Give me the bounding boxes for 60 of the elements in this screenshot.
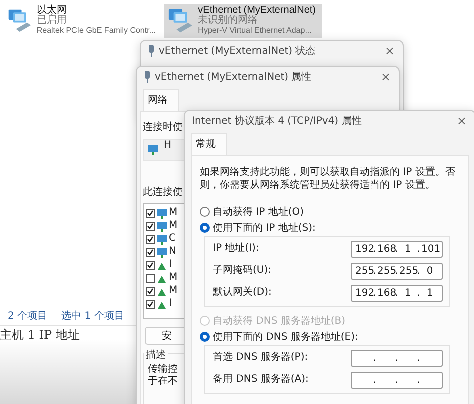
field-label: 默认网关(D):	[213, 286, 272, 299]
item-label: C	[169, 233, 176, 244]
close-icon[interactable]: ×	[456, 114, 467, 128]
plug-icon	[144, 70, 151, 82]
checkbox[interactable]	[146, 248, 155, 257]
window-title: vEthernet (MyExternalNet) 状态	[159, 44, 317, 58]
adapter-item[interactable]: vEthernet (MyExternalNet) 未识别的网络 Hyper-V Virtual Ethernet Adap...	[164, 4, 322, 38]
item-label: M	[169, 285, 178, 296]
checkbox[interactable]	[146, 261, 155, 270]
adapter-item[interactable]: 以太网 已启用 Realtek PCIe GbE Family Contr...	[4, 4, 162, 38]
adapter-status: 未识别的网络	[198, 16, 258, 26]
item-label: I	[169, 259, 172, 270]
ip-address-field[interactable]: 192.168. 1 .101	[351, 241, 443, 258]
ip-address-field[interactable]: 255.255.255. 0	[351, 263, 443, 280]
field-label: IP 地址(I):	[213, 242, 260, 255]
ip-address-field[interactable]: 192.168. 1 . 1	[351, 285, 443, 302]
window-title: Internet 协议版本 4 (TCP/IPv4) 属性	[192, 114, 363, 128]
item-label: N	[169, 246, 176, 257]
monitor-icon	[157, 248, 167, 258]
window-title: vEthernet (MyExternalNet) 属性	[155, 70, 313, 84]
ip-address-field[interactable]: . . .	[351, 372, 443, 389]
tab[interactable]: 常规	[191, 133, 227, 155]
ip-address-field[interactable]: . . .	[351, 350, 443, 367]
adapter-name: 以太网	[36, 6, 68, 16]
status-text: 2 个项目	[8, 310, 48, 323]
item-label: M	[169, 220, 178, 231]
adapter-device: Hyper-V Virtual Ethernet Adap...	[198, 26, 313, 36]
group-label: 描述	[144, 348, 168, 362]
description-text: 于在不	[148, 376, 178, 388]
checkbox[interactable]	[146, 235, 155, 244]
description-text: 传输控	[148, 364, 178, 376]
close-icon[interactable]: ×	[380, 70, 391, 84]
status-text: 选中 1 个项目	[62, 310, 124, 323]
checkbox[interactable]	[146, 209, 155, 218]
item-label: M	[169, 272, 178, 283]
items-label: 此连接使	[143, 186, 183, 199]
intro-text: 如果网络支持此功能，则可以获取自动指派的 IP 设置。否则，你需要从网络系统管理员处获得适当的 IP 设置。	[200, 166, 456, 192]
monitor-icon	[157, 208, 167, 218]
adapter-device: Realtek PCIe GbE Family Contr...	[36, 26, 156, 36]
page-heading: 主机 1 IP 地址	[0, 327, 80, 344]
connect-label: 连接时使	[143, 120, 183, 134]
item-label: M	[169, 207, 178, 218]
checkbox[interactable]	[146, 274, 155, 283]
checkbox[interactable]	[146, 287, 155, 296]
adapter-status: 已启用	[36, 16, 68, 26]
field-label: 备用 DNS 服务器(A):	[213, 373, 309, 386]
plug-icon	[148, 44, 155, 56]
radio-option[interactable]: 使用下面的 IP 地址(S):	[200, 220, 460, 236]
field-label: 首选 DNS 服务器(P):	[213, 350, 308, 364]
radio-option[interactable]: 自动获得 IP 地址(O)	[200, 204, 460, 220]
field-label: 子网掩码(U):	[213, 264, 272, 277]
tab[interactable]: 网络	[143, 89, 179, 111]
checkbox[interactable]	[146, 300, 155, 309]
close-icon[interactable]: ×	[384, 44, 395, 58]
monitor-icon	[148, 145, 158, 155]
item-label: I	[169, 298, 172, 309]
monitor-icon	[157, 234, 167, 244]
checkbox[interactable]	[146, 222, 155, 231]
monitor-icon	[157, 222, 167, 232]
adapter-name: vEthernet (MyExternalNet)	[198, 6, 316, 16]
